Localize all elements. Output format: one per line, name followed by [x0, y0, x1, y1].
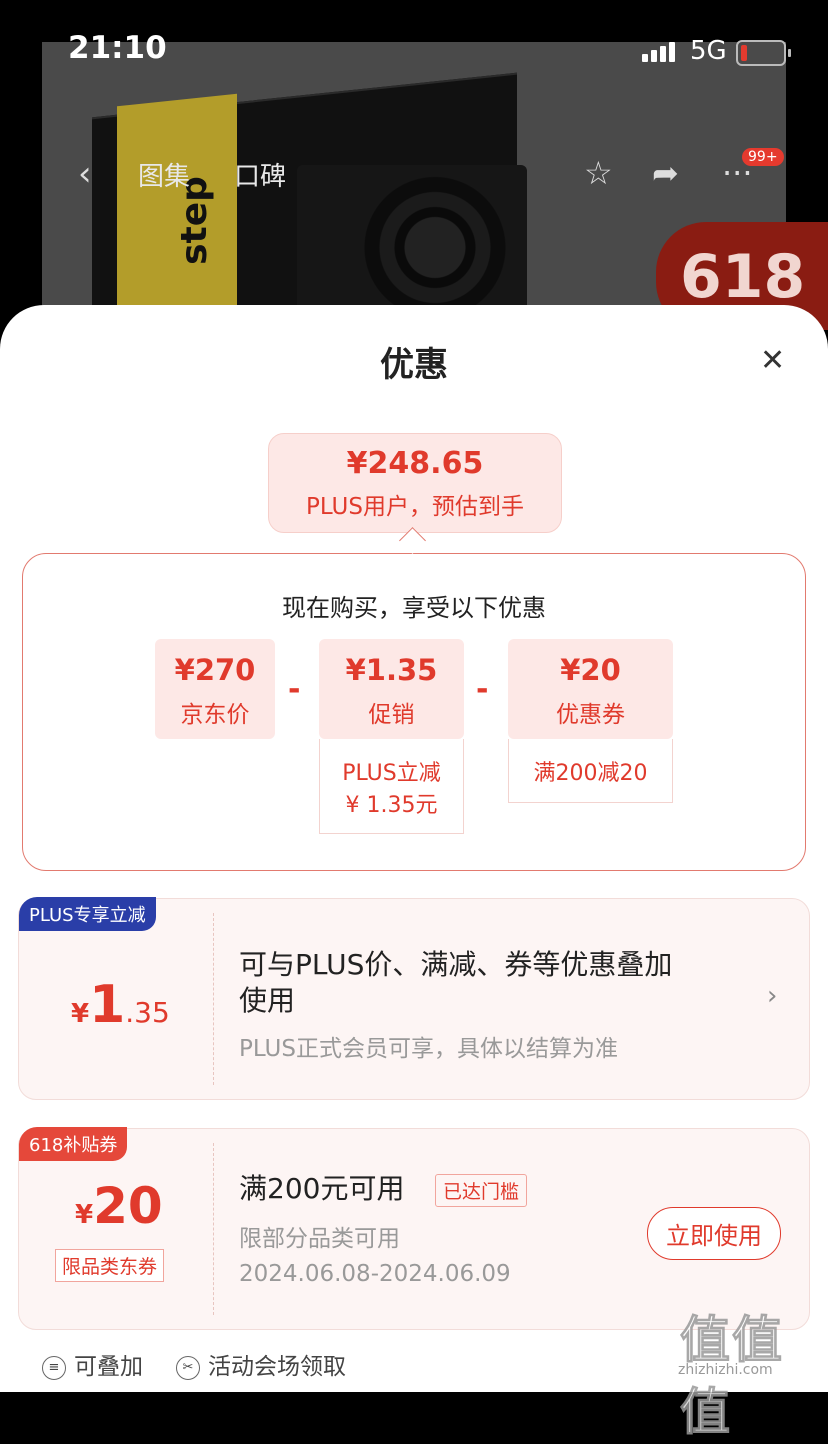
price-chip-value: ¥270: [174, 653, 256, 687]
stackable-label: ≡ 可叠加: [42, 1347, 143, 1381]
price-chip-value: ¥20: [560, 653, 621, 687]
threshold-reached-badge: 已达门槛: [435, 1174, 528, 1207]
battery-icon: [736, 40, 791, 66]
coupon-limit-tag: 限品类东券: [55, 1249, 165, 1282]
stack-icon: ≡: [42, 1355, 66, 1380]
price-chip-label: 京东价: [180, 702, 250, 728]
plus-currency: ¥: [71, 999, 90, 1029]
coupon-currency: ¥: [75, 1200, 94, 1230]
price-chip-label: 优惠券: [556, 702, 625, 728]
minus-sign: -: [476, 672, 489, 707]
price-chip-label: 促销: [368, 702, 415, 728]
message-count-badge: 99+: [742, 148, 784, 166]
stackable-text: 可叠加: [74, 1354, 143, 1380]
star-icon[interactable]: ☆: [584, 154, 613, 192]
promo-detail-line: ¥ 1.35元: [345, 793, 438, 818]
coupon-amount-value: 20: [93, 1177, 163, 1235]
coupon-detail: 满200减20: [508, 739, 673, 803]
price-chip-coupon: ¥20 优惠券: [508, 639, 673, 739]
plus-note: PLUS正式会员可享，具体以结算为准: [239, 1036, 618, 1062]
price-chip-value: ¥1.35: [345, 653, 438, 687]
close-icon[interactable]: ✕: [760, 343, 785, 378]
watermark-url: zhizhizhi.com: [678, 1362, 773, 1378]
estimated-price-box: ¥248.65 PLUS用户，预估到手: [268, 433, 562, 533]
product-nav-bar: ‹ 图集 口碑 ☆ ➦ ··· 99+: [0, 140, 828, 200]
share-icon[interactable]: ➦: [652, 154, 679, 192]
tab-reviews[interactable]: 口碑: [234, 156, 286, 193]
promo-detail: PLUS立减 ¥ 1.35元: [319, 739, 464, 834]
card-divider: [213, 913, 214, 1085]
ticket-icon: ✂: [176, 1355, 200, 1380]
network-type: 5G: [690, 36, 727, 66]
price-chip-promo: ¥1.35 促销: [319, 639, 464, 739]
back-icon[interactable]: ‹: [78, 154, 92, 194]
plus-description-line: 使用: [239, 984, 296, 1017]
promo-detail-line: PLUS立减: [342, 761, 441, 786]
estimated-price-note: PLUS用户，预估到手: [306, 494, 524, 520]
status-time: 21:10: [68, 30, 167, 66]
use-now-button[interactable]: 立即使用: [647, 1207, 781, 1260]
plus-description: 可与PLUS价、满减、券等优惠叠加 使用: [239, 947, 739, 1019]
product-gallery-backdrop: step 618 21:10 5G ‹ 图集 口碑 ☆ ➦ ··· 99+: [0, 0, 828, 330]
plus-amount: ¥1.35: [71, 975, 170, 1035]
venue-label: ✂ 活动会场领取: [176, 1347, 346, 1381]
coupon-title: 满200元可用: [239, 1172, 405, 1205]
plus-discount-card[interactable]: PLUS专享立减 ¥1.35 可与PLUS价、满减、券等优惠叠加 使用 PLUS…: [18, 897, 810, 1100]
estimated-price: ¥248.65: [346, 446, 484, 481]
plus-tag: PLUS专享立减: [19, 897, 156, 931]
coupon-tag: 618补贴券: [19, 1127, 128, 1161]
breakdown-panel: 现在购买，享受以下优惠 ¥270 京东价 - ¥1.35 促销 PLUS立减 ¥…: [22, 553, 806, 871]
signal-icon: [642, 42, 678, 62]
breakdown-heading: 现在购买，享受以下优惠: [282, 594, 546, 622]
chevron-right-icon[interactable]: ›: [767, 981, 777, 1011]
plus-amount-int: 1: [89, 975, 126, 1035]
coupon-detail-line: 满200减20: [533, 761, 648, 786]
coupon-scope: 限部分品类可用: [239, 1226, 400, 1252]
card-divider: [213, 1143, 214, 1315]
coupon-amount: ¥20: [75, 1177, 163, 1235]
status-bar: 21:10 5G: [0, 0, 828, 100]
tab-gallery[interactable]: 图集: [138, 156, 190, 193]
plus-amount-dec: .35: [125, 996, 170, 1029]
plus-description-line: 可与PLUS价、满减、券等优惠叠加: [239, 948, 673, 981]
price-chip-jd: ¥270 京东价: [155, 639, 275, 739]
minus-sign: -: [288, 672, 301, 707]
discount-sheet: 优惠 ✕ ¥248.65 PLUS用户，预估到手 现在购买，享受以下优惠 ¥27…: [0, 305, 828, 1392]
venue-text: 活动会场领取: [208, 1354, 346, 1380]
coupon-dates: 2024.06.08-2024.06.09: [239, 1261, 511, 1287]
sheet-title: 优惠: [380, 345, 448, 385]
